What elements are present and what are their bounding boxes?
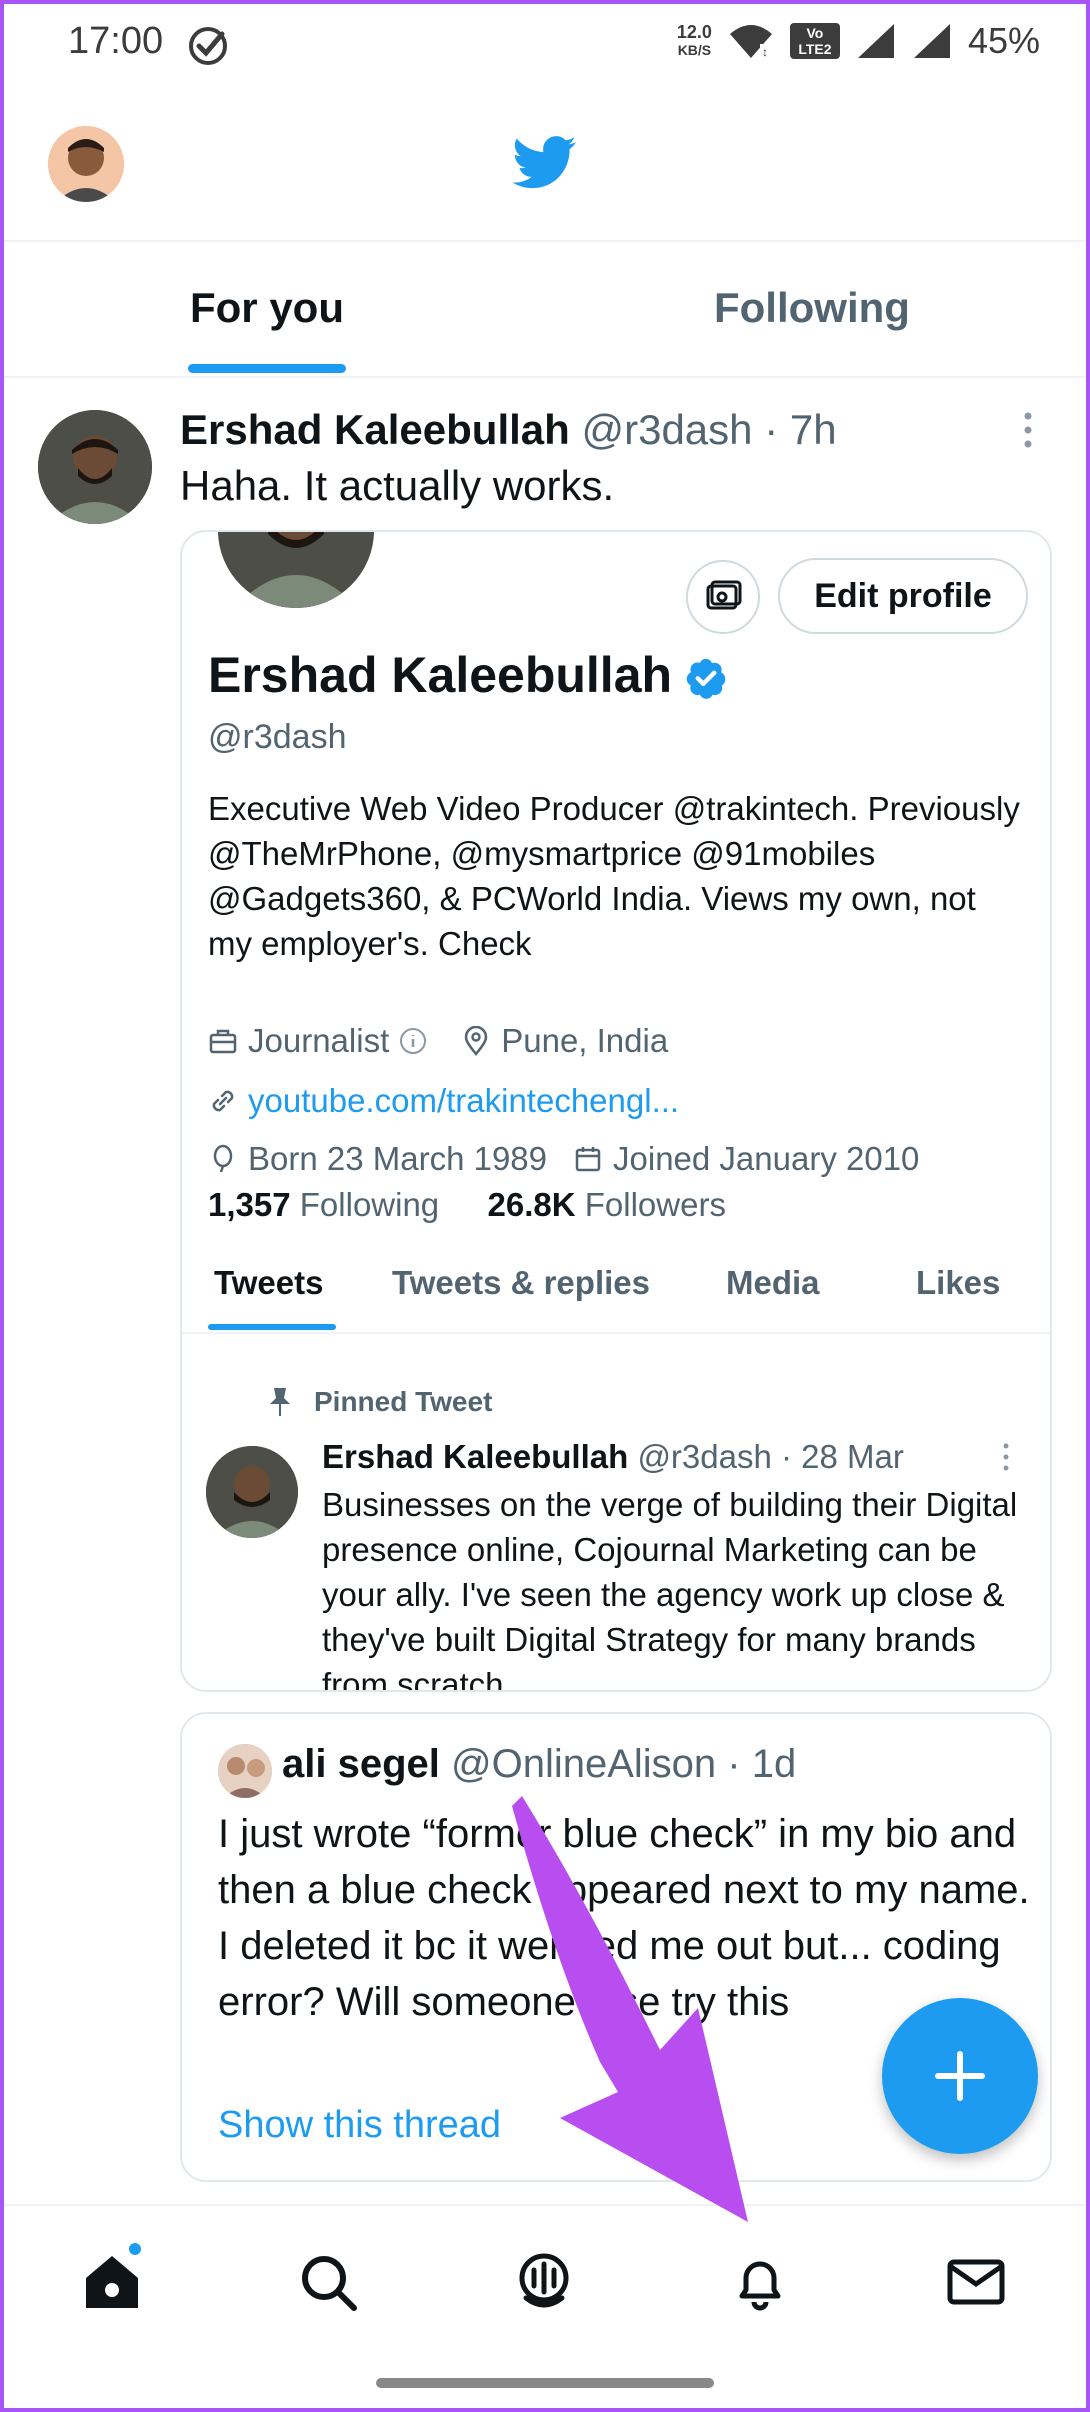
followers-label: Followers	[584, 1186, 726, 1223]
network-speed-value: 12.0	[676, 22, 712, 42]
check-circle-icon	[189, 27, 227, 65]
top-app-bar	[0, 92, 1090, 242]
avatar-illustration	[48, 126, 124, 202]
pinned-more-icon	[1003, 1443, 1009, 1471]
bar-chart-icon	[706, 580, 742, 610]
pinned-text-body: Businesses on the verge of building thei…	[322, 1486, 1018, 1692]
compose-tweet-button[interactable]	[882, 1998, 1038, 2154]
profile-dates: Born 23 March 1989 Joined January 2010	[208, 1140, 919, 1178]
quoted-author-name[interactable]: ali segel	[282, 1742, 440, 1786]
location-pin-icon	[464, 1026, 488, 1056]
pinned-label: Pinned Tweet	[266, 1386, 492, 1418]
quoted-author-avatar[interactable]	[218, 1744, 272, 1798]
gesture-bar[interactable]	[376, 2378, 714, 2388]
status-indicators: 12.0 KB/S ↕ Vo LTE2 45%	[677, 20, 1040, 62]
pinned-author-avatar	[206, 1446, 298, 1538]
pinned-text: Pinned Tweet	[314, 1386, 493, 1417]
tab-following[interactable]: Following	[714, 284, 910, 332]
battery-percent: 45%	[967, 20, 1040, 61]
more-options-icon[interactable]	[1020, 410, 1036, 450]
joined-text: Joined January 2010	[613, 1140, 920, 1177]
signal-icon-2	[913, 24, 950, 58]
category-text: Journalist	[248, 1022, 390, 1059]
plus-icon	[935, 2051, 985, 2101]
profile-tab-replies: Tweets & replies	[392, 1264, 650, 1301]
search-icon[interactable]	[296, 2250, 360, 2314]
network-speed-unit: KB/S	[677, 42, 712, 58]
bottom-navigation	[0, 2204, 1090, 2354]
tweet-media-profile-screenshot[interactable]: Edit profile Ershad Kaleebullah @r3dash …	[180, 530, 1052, 1692]
notifications-icon[interactable]	[728, 2250, 792, 2314]
calendar-icon	[575, 1147, 601, 1172]
messages-icon[interactable]	[944, 2250, 1008, 2314]
balloon-icon	[213, 1144, 233, 1173]
volte-label: Vo LTE2	[798, 25, 832, 57]
follow-counts: 1,357 Following 26.8K Followers	[208, 1186, 726, 1224]
pinned-author-name: Ershad Kaleebullah	[322, 1438, 629, 1475]
avatar-illustration	[218, 1744, 272, 1798]
quoted-meta: @OnlineAlison · 1d	[451, 1742, 797, 1786]
active-tab-indicator	[188, 364, 346, 373]
account-avatar[interactable]	[48, 126, 124, 202]
verified-badge-icon	[686, 658, 726, 699]
twitter-logo-icon	[512, 136, 576, 189]
quoted-header: ali segel @OnlineAlison · 1d	[282, 1742, 796, 1787]
volte-badge: Vo LTE2	[789, 23, 840, 59]
edit-profile-button: Edit profile	[778, 558, 1028, 634]
profile-bio: Executive Web Video Producer @trakintech…	[208, 790, 1020, 962]
profile-tab-likes: Likes	[916, 1264, 1001, 1301]
profile-category: Journalist Pune, India	[208, 1022, 668, 1060]
network-speed: 12.0 KB/S	[677, 23, 712, 59]
following-count: 1,357	[208, 1186, 291, 1223]
tweet-header: Ershad Kaleebullah @r3dash · 7h	[180, 406, 837, 454]
profile-link: youtube.com/trakintechengl...	[208, 1082, 679, 1120]
avatar-illustration	[38, 410, 152, 524]
profile-name: Ershad Kaleebullah	[208, 647, 673, 703]
home-icon[interactable]	[80, 2250, 144, 2314]
briefcase-icon	[209, 1029, 237, 1054]
profile-tab-tweets: Tweets	[214, 1264, 324, 1301]
profile-avatar	[218, 532, 374, 608]
profile-handle: @r3dash	[208, 718, 347, 756]
signal-icon	[857, 24, 894, 58]
home-unread-dot	[126, 2240, 144, 2258]
location-text: Pune, India	[501, 1022, 669, 1059]
tweet-author-meta: @r3dash · 7h	[581, 406, 837, 453]
spaces-icon[interactable]	[512, 2250, 576, 2314]
pinned-meta: @r3dash · 28 Mar	[637, 1438, 904, 1475]
tweet-author-avatar[interactable]	[38, 410, 152, 524]
status-bar: 17:00 12.0 KB/S ↕ Vo LTE2 45%	[0, 0, 1090, 92]
birthday-text: Born 23 March 1989	[248, 1140, 548, 1177]
tweet-text: Haha. It actually works.	[180, 462, 615, 509]
tweet-author-name[interactable]: Ershad Kaleebullah	[180, 406, 570, 453]
link-icon	[212, 1090, 234, 1112]
pin-icon	[270, 1388, 290, 1416]
tab-for-you[interactable]: For you	[190, 284, 344, 332]
quoted-text: I just wrote “former blue check” in my b…	[218, 1812, 1030, 2024]
profile-tab-media: Media	[726, 1264, 820, 1301]
wifi-icon: ↕	[729, 25, 772, 59]
info-icon	[400, 1028, 427, 1054]
website-link: youtube.com/trakintechengl...	[248, 1082, 680, 1119]
professional-tools-button	[686, 560, 760, 634]
show-thread-link[interactable]: Show this thread	[218, 2104, 501, 2147]
avatar-illustration	[206, 1446, 298, 1538]
timeline-tabs: For you Following	[0, 244, 1090, 378]
svg-text:↕: ↕	[762, 45, 768, 59]
profile-tabs: Tweets Tweets & replies Media Likes	[182, 1252, 1050, 1334]
avatar-illustration	[218, 532, 374, 608]
pinned-header: Ershad Kaleebullah @r3dash · 28 Mar	[322, 1438, 904, 1476]
profile-tab-indicator	[208, 1324, 336, 1330]
following-label: Following	[299, 1186, 440, 1223]
followers-count: 26.8K	[487, 1186, 576, 1223]
status-time: 17:00	[68, 20, 164, 62]
